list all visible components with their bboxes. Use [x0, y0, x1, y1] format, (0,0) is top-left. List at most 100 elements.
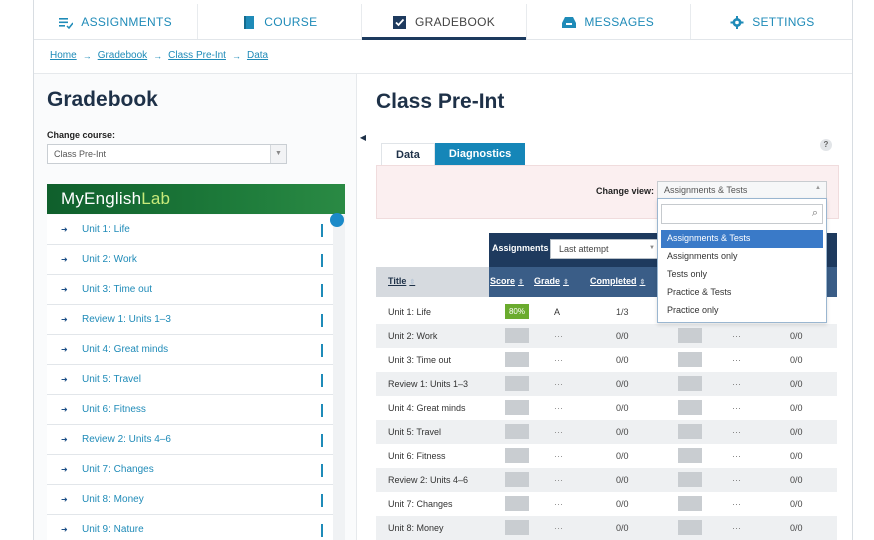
- nav-gradebook[interactable]: GRADEBOOK: [362, 4, 527, 40]
- unit-label: Unit 9: Nature: [82, 524, 144, 535]
- unit-item[interactable]: ➜ Unit 5: Travel: [47, 365, 333, 395]
- banner-part1: MyEnglish: [61, 189, 142, 208]
- breadcrumb-home[interactable]: Home: [50, 50, 77, 61]
- myenglishlab-banner: MyEnglishLab: [47, 184, 345, 214]
- unit-item[interactable]: ➜ Review 1: Units 1–3: [47, 305, 333, 335]
- view-option[interactable]: Practice only: [661, 302, 823, 320]
- unit-item[interactable]: ➜ Unit 2: Work: [47, 245, 333, 275]
- column-title-label: Title: [388, 276, 407, 286]
- chevron-down-icon: ▼: [649, 245, 655, 251]
- view-tabs: Data Diagnostics: [381, 143, 526, 165]
- row-completed-2: 0/0: [790, 379, 803, 389]
- dropdown-search-input[interactable]: ⌕: [661, 204, 823, 224]
- unit-label: Unit 2: Work: [82, 254, 137, 265]
- inbox-icon: [562, 16, 577, 28]
- unit-label: Unit 3: Time out: [82, 284, 153, 295]
- score-placeholder: [505, 376, 529, 391]
- row-title: Review 1: Units 1–3: [388, 379, 469, 389]
- score-placeholder: [505, 448, 529, 463]
- score-placeholder: [505, 472, 529, 487]
- row-title: Review 2: Units 4–6: [388, 475, 469, 485]
- table-row[interactable]: Unit 3: Time out ··· 0/0 ··· 0/0: [376, 348, 837, 372]
- unit-label: Unit 4: Great minds: [82, 344, 169, 355]
- row-completed-2: 0/0: [790, 499, 803, 509]
- help-icon[interactable]: ?: [820, 139, 832, 151]
- change-view-label: Change view:: [596, 186, 655, 196]
- score-placeholder: [678, 448, 702, 463]
- breadcrumb-data[interactable]: Data: [247, 50, 268, 61]
- unit-item[interactable]: ➜ Unit 6: Fitness: [47, 395, 333, 425]
- view-option[interactable]: Practice & Tests: [661, 284, 823, 302]
- collapse-panel-button[interactable]: ◀: [357, 127, 369, 149]
- view-select[interactable]: Assignments & Tests ▲: [657, 181, 827, 199]
- attempt-select[interactable]: Last attempt ▼: [550, 239, 660, 259]
- row-completed: 0/0: [616, 379, 629, 389]
- column-title[interactable]: Title ⇕: [388, 276, 415, 286]
- table-row[interactable]: Unit 8: Money ··· 0/0 ··· 0/0: [376, 516, 837, 540]
- nav-course[interactable]: COURSE: [198, 4, 363, 39]
- score-placeholder: [678, 352, 702, 367]
- tab-diagnostics[interactable]: Diagnostics: [434, 143, 526, 165]
- table-row[interactable]: Unit 6: Fitness ··· 0/0 ··· 0/0: [376, 444, 837, 468]
- nav-assignments[interactable]: ASSIGNMENTS: [34, 4, 199, 39]
- view-option[interactable]: Tests only: [661, 266, 823, 284]
- unit-item[interactable]: ➜ Unit 9: Nature: [47, 515, 333, 540]
- arrow-right-icon: ➜: [61, 525, 68, 534]
- table-row[interactable]: Unit 5: Travel ··· 0/0 ··· 0/0: [376, 420, 837, 444]
- list-check-icon: [59, 16, 74, 29]
- breadcrumb-class[interactable]: Class Pre-Int: [168, 50, 226, 61]
- unit-item[interactable]: ➜ Unit 1: Life: [47, 215, 333, 245]
- breadcrumb-separator: →: [82, 50, 92, 61]
- scroll-thumb[interactable]: [330, 213, 344, 227]
- tab-data[interactable]: Data: [381, 143, 435, 165]
- unit-bar: [321, 374, 323, 387]
- arrow-right-icon: ➜: [61, 255, 68, 264]
- row-completed: 0/0: [616, 331, 629, 341]
- table-row[interactable]: Review 2: Units 4–6 ··· 0/0 ··· 0/0: [376, 468, 837, 492]
- chevron-down-icon[interactable]: ▼: [270, 145, 286, 163]
- table-row[interactable]: Unit 2: Work ··· 0/0 ··· 0/0: [376, 324, 837, 348]
- unit-bar: [321, 254, 323, 267]
- table-row[interactable]: Unit 4: Great minds ··· 0/0 ··· 0/0: [376, 396, 837, 420]
- table-row[interactable]: Unit 7: Changes ··· 0/0 ··· 0/0: [376, 492, 837, 516]
- unit-item[interactable]: ➜ Unit 7: Changes: [47, 455, 333, 485]
- unit-item[interactable]: ➜ Review 2: Units 4–6: [47, 425, 333, 455]
- column-score[interactable]: Score ⇕: [490, 276, 524, 286]
- left-panel: Gradebook Change course: Class Pre-Int ▼…: [34, 74, 357, 540]
- table-row[interactable]: Review 1: Units 1–3 ··· 0/0 ··· 0/0: [376, 372, 837, 396]
- nav-messages[interactable]: MESSAGES: [527, 4, 691, 39]
- nav-settings[interactable]: SETTINGS: [691, 4, 852, 39]
- unit-scrollbar[interactable]: [333, 215, 345, 540]
- unit-bar: [321, 314, 323, 327]
- unit-item[interactable]: ➜ Unit 3: Time out: [47, 275, 333, 305]
- row-title: Unit 1: Life: [388, 307, 432, 317]
- unit-item[interactable]: ➜ Unit 4: Great minds: [47, 335, 333, 365]
- attempt-select-value: Last attempt: [559, 244, 609, 254]
- breadcrumb-gradebook[interactable]: Gradebook: [98, 50, 147, 61]
- row-completed: 0/0: [616, 451, 629, 461]
- column-grade[interactable]: Grade ⇕: [534, 276, 569, 286]
- arrow-right-icon: ➜: [61, 345, 68, 354]
- breadcrumb-separator: →: [231, 50, 241, 61]
- score-placeholder: [505, 424, 529, 439]
- view-option[interactable]: Assignments & Tests: [661, 230, 823, 248]
- view-option[interactable]: Assignments only: [661, 248, 823, 266]
- column-completed[interactable]: Completed ⇕: [590, 276, 645, 286]
- course-select[interactable]: Class Pre-Int ▼: [47, 144, 287, 164]
- row-grade-2: ···: [732, 379, 741, 389]
- score-placeholder: [505, 400, 529, 415]
- class-title: Class Pre-Int: [376, 90, 505, 113]
- score-placeholder: [505, 496, 529, 511]
- unit-item[interactable]: ➜ Unit 8: Money: [47, 485, 333, 515]
- row-title: Unit 6: Fitness: [388, 451, 446, 461]
- sort-icon: ⇕: [409, 279, 416, 286]
- view-select-value: Assignments & Tests: [664, 185, 748, 195]
- score-placeholder: [678, 376, 702, 391]
- row-grade: ···: [554, 427, 563, 437]
- arrow-right-icon: ➜: [61, 435, 68, 444]
- banner-part2: Lab: [141, 189, 171, 208]
- score-placeholder: [678, 520, 702, 535]
- assignments-label: Assignments: [492, 243, 549, 253]
- arrow-right-icon: ➜: [61, 405, 68, 414]
- unit-list: ➜ Unit 1: Life ➜ Unit 2: Work ➜ Unit 3: Tim…: [47, 215, 333, 540]
